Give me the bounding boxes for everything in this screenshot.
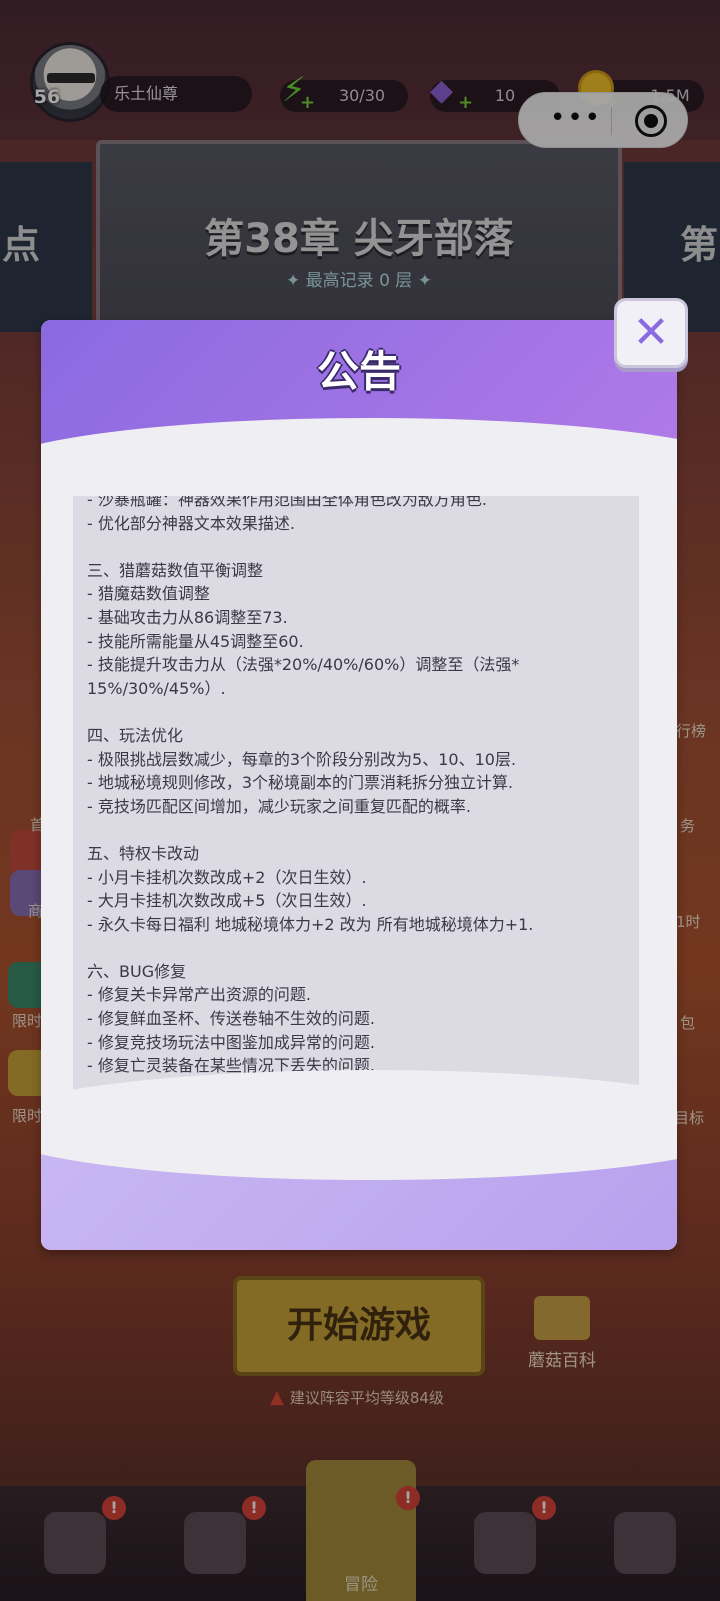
announcement-modal: 公告 - 沙暴瓶罐：神器效果作用范围由全体角色改为敌方角色. - 优化部分神器文… <box>41 320 677 1250</box>
announcement-footer <box>41 1070 677 1250</box>
announcement-content[interactable]: - 沙暴瓶罐：神器效果作用范围由全体角色改为敌方角色. - 优化部分神器文本效果… <box>73 496 639 1120</box>
announcement-body: - 沙暴瓶罐：神器效果作用范围由全体角色改为敌方角色. - 优化部分神器文本效果… <box>87 496 535 1120</box>
announcement-title: 公告 <box>316 347 401 396</box>
